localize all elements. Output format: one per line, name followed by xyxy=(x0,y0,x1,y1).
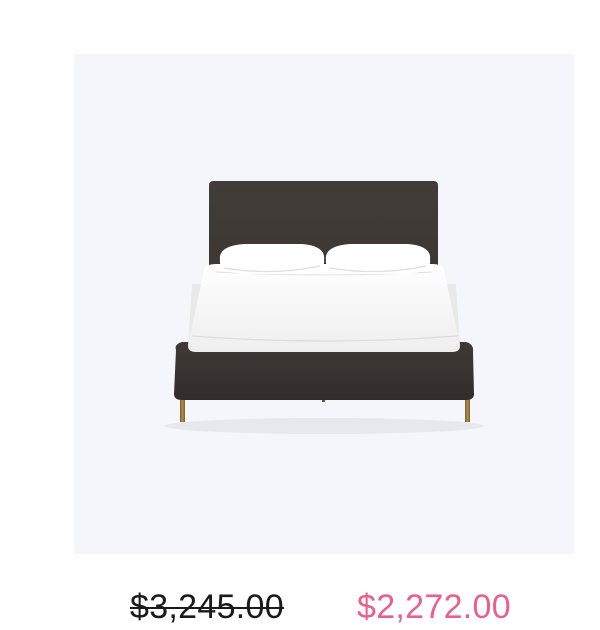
price-row: $3,245.00 $2,272.00 xyxy=(0,582,600,630)
product-card[interactable]: $3,245.00 $2,272.00 xyxy=(0,0,600,630)
product-image[interactable] xyxy=(74,54,574,554)
original-price: $3,245.00 xyxy=(130,588,284,626)
bed-icon xyxy=(164,181,484,434)
sale-price: $2,272.00 xyxy=(357,588,511,626)
